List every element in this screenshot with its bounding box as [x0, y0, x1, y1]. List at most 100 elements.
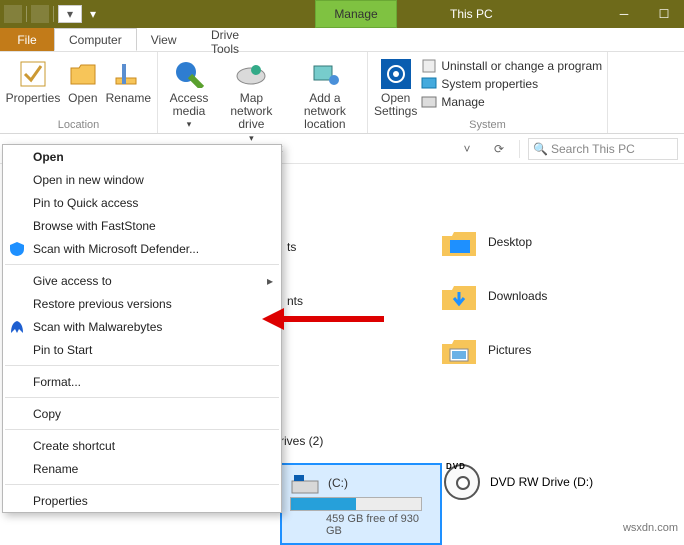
manage-label: Manage — [441, 95, 484, 109]
uninstall-button[interactable]: Uninstall or change a program — [421, 58, 602, 74]
menu-separator — [5, 264, 279, 265]
map-drive-label: Map network drive — [218, 92, 285, 132]
folder-item-3d-partial[interactable]: ts — [287, 240, 296, 254]
menu-pin-start[interactable]: Pin to Start — [3, 338, 281, 361]
folder-pictures-label: Pictures — [488, 343, 531, 357]
settings-icon — [380, 58, 412, 90]
menu-scan-malwarebytes[interactable]: Scan with Malwarebytes — [3, 315, 281, 338]
system-properties-button[interactable]: System properties — [421, 76, 602, 92]
open-folder-icon — [67, 58, 99, 90]
dvd-badge: DVD — [446, 462, 466, 471]
menu-pin-quick-access[interactable]: Pin to Quick access — [3, 191, 281, 214]
title-bar: ▾ ▾ Manage This PC ─ ☐ — [0, 0, 684, 28]
drive-usage-bar — [290, 497, 422, 511]
menu-copy[interactable]: Copy — [3, 402, 281, 425]
ribbon: Properties Open Rename Location Access m… — [0, 52, 684, 134]
uninstall-label: Uninstall or change a program — [441, 59, 602, 73]
maximize-button[interactable]: ☐ — [644, 0, 684, 28]
drive-dvd-label: DVD RW Drive (D:) — [490, 475, 593, 489]
media-icon — [173, 58, 205, 90]
downloads-icon — [440, 280, 478, 312]
group-label-location: Location — [6, 119, 151, 133]
rename-icon — [112, 58, 144, 90]
menu-browse-faststone[interactable]: Browse with FastStone — [3, 214, 281, 237]
system-props-label: System properties — [441, 77, 538, 91]
tab-view[interactable]: View — [137, 28, 192, 51]
open-settings-label: Open Settings — [374, 92, 417, 118]
tab-computer[interactable]: Computer — [54, 28, 137, 51]
manage-button[interactable]: Manage — [421, 94, 602, 110]
manage-icon — [421, 94, 437, 110]
contextual-tab-manage[interactable]: Manage — [315, 0, 397, 28]
annotation-arrow — [262, 308, 384, 330]
menu-open-new-window[interactable]: Open in new window — [3, 168, 281, 191]
menu-scan-defender[interactable]: Scan with Microsoft Defender... — [3, 237, 281, 260]
menu-format[interactable]: Format... — [3, 370, 281, 393]
access-media-button[interactable]: Access media▾ — [164, 56, 214, 143]
drive-icon — [290, 471, 320, 495]
drive-free-space: 459 GB free of 930 GB — [326, 513, 432, 537]
menu-open[interactable]: Open — [3, 145, 281, 168]
open-settings-button[interactable]: Open Settings — [374, 56, 417, 118]
qat-document-icon[interactable]: ▾ — [58, 5, 82, 23]
folder-desktop-label: Desktop — [488, 235, 532, 249]
folder-downloads-label: Downloads — [488, 289, 547, 303]
drive-c-letter: (C:) — [328, 476, 348, 490]
search-input[interactable]: 🔍 Search This PC — [528, 138, 678, 160]
drive-c[interactable]: (C:) 459 GB free of 930 GB — [280, 463, 442, 545]
watermark: wsxdn.com — [623, 522, 678, 534]
add-location-button[interactable]: Add a network location — [289, 56, 361, 143]
rename-label: Rename — [106, 92, 151, 105]
ribbon-group-system: Open Settings Uninstall or change a prog… — [368, 52, 608, 133]
refresh-icon[interactable]: ⟳ — [487, 137, 511, 161]
minimize-button[interactable]: ─ — [604, 0, 644, 28]
add-location-label: Add a network location — [289, 92, 361, 132]
properties-label: Properties — [6, 92, 61, 105]
menu-separator — [5, 429, 279, 430]
menu-give-access[interactable]: Give access to ▸ — [3, 269, 281, 292]
menu-properties[interactable]: Properties — [3, 489, 281, 512]
search-placeholder: Search This PC — [551, 142, 635, 156]
app-icon[interactable] — [4, 5, 22, 23]
malwarebytes-icon — [9, 319, 25, 335]
rename-button[interactable]: Rename — [106, 56, 151, 105]
section-devices-drives[interactable]: rives (2) — [280, 434, 323, 448]
context-menu: Open Open in new window Pin to Quick acc… — [2, 144, 282, 513]
pictures-icon — [440, 334, 478, 366]
access-media-label: Access media — [164, 92, 214, 118]
search-icon: 🔍 — [533, 142, 547, 156]
properties-icon — [17, 58, 49, 90]
chevron-down-icon[interactable]: ˅ — [455, 137, 479, 161]
system-props-icon — [421, 76, 437, 92]
map-drive-button[interactable]: Map network drive▾ — [218, 56, 285, 143]
map-drive-icon — [235, 58, 267, 90]
qat-button-1[interactable] — [31, 5, 49, 23]
ribbon-group-location: Properties Open Rename Location — [0, 52, 158, 133]
drive-dvd[interactable]: DVD DVD RW Drive (D:) — [444, 464, 593, 500]
tab-file[interactable]: File — [0, 28, 54, 51]
folder-downloads[interactable]: Downloads — [440, 280, 547, 312]
folder-pictures[interactable]: Pictures — [440, 334, 531, 366]
menu-rename[interactable]: Rename — [3, 457, 281, 480]
menu-separator — [5, 484, 279, 485]
window-title: This PC — [450, 7, 493, 21]
menu-restore-versions[interactable]: Restore previous versions — [3, 292, 281, 315]
folder-item-documents-partial[interactable]: nts — [287, 294, 303, 308]
submenu-arrow-icon: ▸ — [267, 274, 273, 288]
ribbon-group-network: Access media▾ Map network drive▾ Add a n… — [158, 52, 368, 133]
open-button[interactable]: Open — [64, 56, 102, 105]
menu-create-shortcut[interactable]: Create shortcut — [3, 434, 281, 457]
ribbon-tabs: File Computer View Drive Tools — [0, 28, 684, 52]
tab-drive-tools[interactable]: Drive Tools — [197, 28, 275, 56]
menu-separator — [5, 365, 279, 366]
group-label-system: System — [374, 119, 601, 133]
folder-desktop[interactable]: Desktop — [440, 226, 532, 258]
desktop-icon — [440, 226, 478, 258]
menu-separator — [5, 397, 279, 398]
open-label: Open — [68, 92, 97, 105]
add-location-icon — [309, 58, 341, 90]
uninstall-icon — [421, 58, 437, 74]
properties-button[interactable]: Properties — [6, 56, 60, 105]
qat-dropdown[interactable]: ▾ — [86, 5, 100, 23]
quick-access-toolbar: ▾ ▾ — [4, 5, 100, 23]
